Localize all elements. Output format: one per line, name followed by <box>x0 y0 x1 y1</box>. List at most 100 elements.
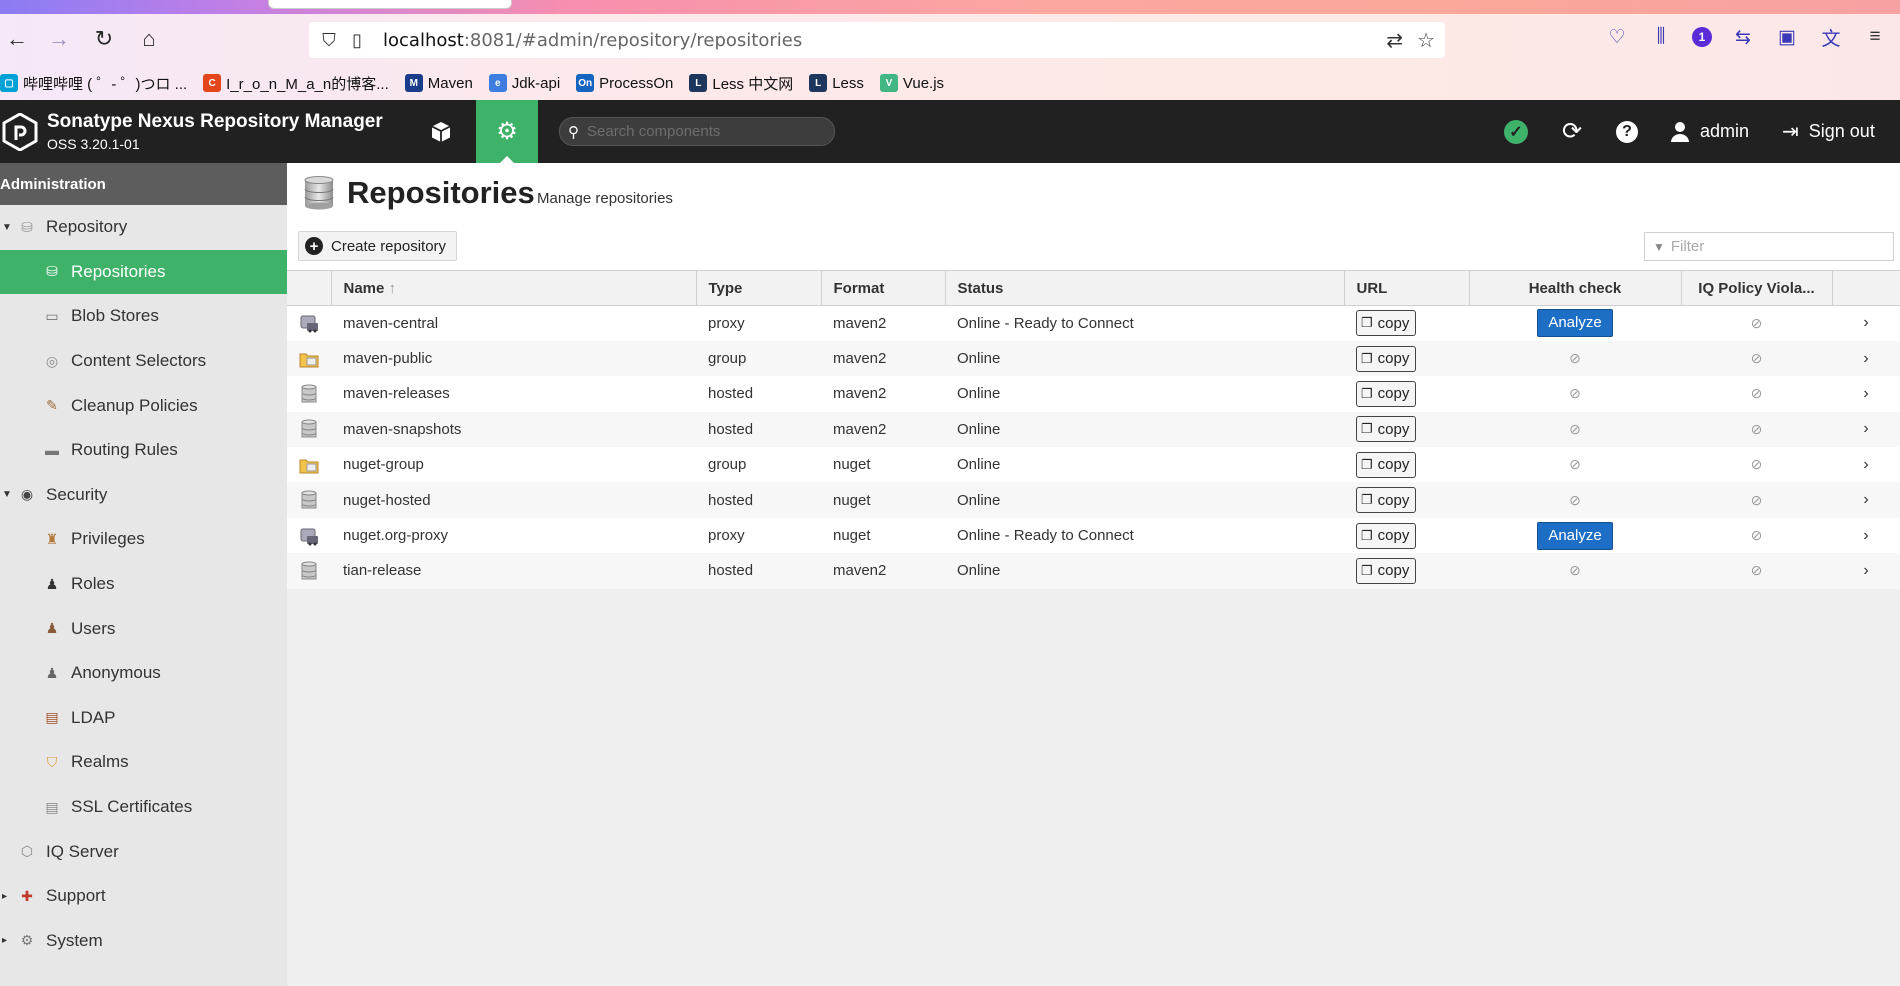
chevron-right-icon[interactable]: › <box>1863 420 1868 437</box>
admin-mode-button[interactable]: ⚙ <box>476 100 538 163</box>
table-row[interactable]: nuget-group group nuget Online ❐ copy ⊘ ⊘ › <box>287 447 1900 483</box>
analyze-button[interactable]: Analyze <box>1537 309 1613 338</box>
pocket-icon[interactable]: ♡ <box>1604 24 1630 50</box>
address-bar[interactable]: ⛉ ▯ localhost:8081/#admin/repository/rep… <box>309 22 1445 58</box>
copy-url-button[interactable]: ❐ copy <box>1356 416 1417 443</box>
chevron-right-icon[interactable]: › <box>1863 527 1868 544</box>
table-row[interactable]: maven-central proxy maven2 Online - Ready t… <box>287 305 1900 341</box>
refresh-icon[interactable]: ⟳ <box>1557 100 1587 163</box>
sidebar-item-iq-server[interactable]: ⬡ IQ Server <box>0 829 287 874</box>
reload-icon[interactable]: ↻ <box>89 24 119 54</box>
sign-out-button[interactable]: ⇥ Sign out <box>1782 100 1875 163</box>
user-menu[interactable]: admin <box>1670 100 1749 163</box>
column-header-type[interactable]: Type <box>696 270 822 306</box>
expanded-arrow-icon[interactable]: ▼ <box>2 222 12 233</box>
bookmark-item[interactable]: L Less <box>809 74 864 92</box>
filter-input[interactable] <box>1670 238 1891 255</box>
sidebar-item-blob-stores[interactable]: ▭ Blob Stores <box>0 294 287 339</box>
sidebar-item-ldap[interactable]: ▤ LDAP <box>0 696 287 741</box>
sidebar-item-roles[interactable]: ♟ Roles <box>0 562 287 607</box>
library-icon[interactable]: ⫼ <box>1648 24 1674 50</box>
browse-mode-button[interactable] <box>414 100 468 163</box>
sidebar-item-routing-rules[interactable]: ▬ Routing Rules <box>0 428 287 473</box>
chevron-right-icon[interactable]: › <box>1863 314 1868 331</box>
translate-extension-icon[interactable]: 文 <box>1818 24 1844 50</box>
copy-url-button[interactable]: ❐ copy <box>1356 557 1417 584</box>
search-input[interactable] <box>587 123 817 140</box>
forward-icon[interactable]: → <box>44 24 74 54</box>
sidebar-item-ssl-certificates[interactable]: ▤ SSL Certificates <box>0 785 287 830</box>
repository-name[interactable]: nuget-hosted <box>331 482 696 518</box>
column-header-health-check[interactable]: Health check <box>1469 270 1682 306</box>
repository-name[interactable]: tian-release <box>331 553 696 589</box>
sidebar-item-realms[interactable]: ⛉ Realms <box>0 740 287 785</box>
sort-ascending-icon[interactable]: ↑ <box>384 280 397 297</box>
translate-icon[interactable]: ⇄ <box>1386 28 1403 53</box>
copy-url-button[interactable]: ❐ copy <box>1356 345 1417 372</box>
bookmark-item[interactable]: M Maven <box>404 74 473 92</box>
table-row[interactable]: nuget-hosted hosted nuget Online ❐ copy ⊘ ⊘ › <box>287 482 1900 518</box>
sidebar-item-security[interactable]: ▼ ◉ Security <box>0 473 287 518</box>
menu-icon[interactable]: ≡ <box>1862 24 1888 50</box>
copy-url-button[interactable]: ❐ copy <box>1356 522 1417 549</box>
repository-name[interactable]: maven-snapshots <box>331 411 696 448</box>
copy-url-button[interactable]: ❐ copy <box>1356 310 1417 337</box>
help-icon[interactable]: ? <box>1612 100 1642 163</box>
column-header-name[interactable]: Name ↑ <box>331 270 697 306</box>
bookmark-item[interactable]: C I_r_o_n_M_a_n的博客... <box>203 73 389 94</box>
active-browser-tab[interactable] <box>268 0 512 9</box>
bookmark-item[interactable]: L Less 中文网 <box>689 73 793 94</box>
bookmark-star-icon[interactable]: ☆ <box>1417 28 1435 53</box>
expanded-arrow-icon[interactable]: ▼ <box>2 489 12 500</box>
analyze-button[interactable]: Analyze <box>1537 521 1613 550</box>
repository-name[interactable]: nuget.org-proxy <box>331 517 696 554</box>
collapsed-arrow-icon[interactable]: ▸ <box>2 935 7 946</box>
system-status-ok-icon[interactable]: ✓ <box>1504 120 1528 144</box>
copy-url-button[interactable]: ❐ copy <box>1356 487 1417 514</box>
sidebar-item-repository[interactable]: ▼ ⛁ Repository <box>0 205 287 250</box>
copy-url-button[interactable]: ❐ copy <box>1356 451 1417 478</box>
table-row[interactable]: maven-public group maven2 Online ❐ copy ⊘ ⊘ › <box>287 340 1900 377</box>
sidebar-item-content-selectors[interactable]: ◎ Content Selectors <box>0 339 287 384</box>
back-icon[interactable]: ← <box>2 24 32 54</box>
chevron-right-icon[interactable]: › <box>1863 562 1868 579</box>
chevron-right-icon[interactable]: › <box>1863 385 1868 402</box>
chevron-right-icon[interactable]: › <box>1863 350 1868 367</box>
table-row[interactable]: tian-release hosted maven2 Online ❐ copy ⊘ ⊘ › <box>287 553 1900 589</box>
sidebar-item-repositories[interactable]: ⛁ Repositories <box>0 249 287 295</box>
sidebar-item-anonymous[interactable]: ♟ Anonymous <box>0 651 287 696</box>
bookmark-item[interactable]: On ProcessOn <box>576 74 673 92</box>
bookmark-item[interactable]: V Vue.js <box>879 74 944 92</box>
create-repository-button[interactable]: + Create repository <box>298 231 458 261</box>
sidebar-item-cleanup-policies[interactable]: ✎ Cleanup Policies <box>0 383 287 428</box>
column-header-format[interactable]: Format <box>821 270 946 306</box>
search-box[interactable]: ⚲ <box>559 117 835 146</box>
table-row[interactable]: nuget.org-proxy proxy nuget Online - Ready … <box>287 517 1900 554</box>
home-icon[interactable]: ⌂ <box>134 24 164 54</box>
sidebar-item-users[interactable]: ♟ Users <box>0 606 287 651</box>
collapsed-arrow-icon[interactable]: ▸ <box>2 891 7 902</box>
repository-name[interactable]: maven-central <box>331 305 696 341</box>
column-header-iq-policy-violations[interactable]: IQ Policy Viola... <box>1681 270 1833 306</box>
notification-badge[interactable]: 1 <box>1692 27 1712 47</box>
url-text[interactable]: localhost:8081/#admin/repository/reposit… <box>383 30 802 51</box>
table-row[interactable]: maven-snapshots hosted maven2 Online ❐ copy ⊘ ⊘… <box>287 411 1900 448</box>
filter-box[interactable]: ▼ <box>1644 232 1894 261</box>
column-header-status[interactable]: Status <box>945 270 1345 306</box>
copy-url-button[interactable]: ❐ copy <box>1356 380 1417 407</box>
repository-name[interactable]: maven-public <box>331 340 696 377</box>
bookmark-item[interactable]: ▢ 哔哩哔哩 ( ゜- ゜)つロ ... <box>0 73 187 94</box>
column-header-url[interactable]: URL <box>1344 270 1470 306</box>
repository-name[interactable]: nuget-group <box>331 447 696 483</box>
bookmark-item[interactable]: e Jdk-api <box>488 74 560 92</box>
sidebar-item-system[interactable]: ▸ ⚙ System <box>0 919 287 964</box>
container-icon[interactable]: ▣ <box>1774 24 1800 50</box>
sidebar-item-support[interactable]: ▸ ✚ Support <box>0 874 287 919</box>
chevron-right-icon[interactable]: › <box>1863 491 1868 508</box>
sidebar-item-privileges[interactable]: ♜ Privileges <box>0 517 287 562</box>
shield-icon[interactable]: ⛉ <box>315 30 343 51</box>
chevron-right-icon[interactable]: › <box>1863 456 1868 473</box>
repository-name[interactable]: maven-releases <box>331 376 696 412</box>
table-row[interactable]: maven-releases hosted maven2 Online ❐ copy ⊘ ⊘ › <box>287 376 1900 412</box>
sync-icon[interactable]: ⇆ <box>1730 24 1756 50</box>
